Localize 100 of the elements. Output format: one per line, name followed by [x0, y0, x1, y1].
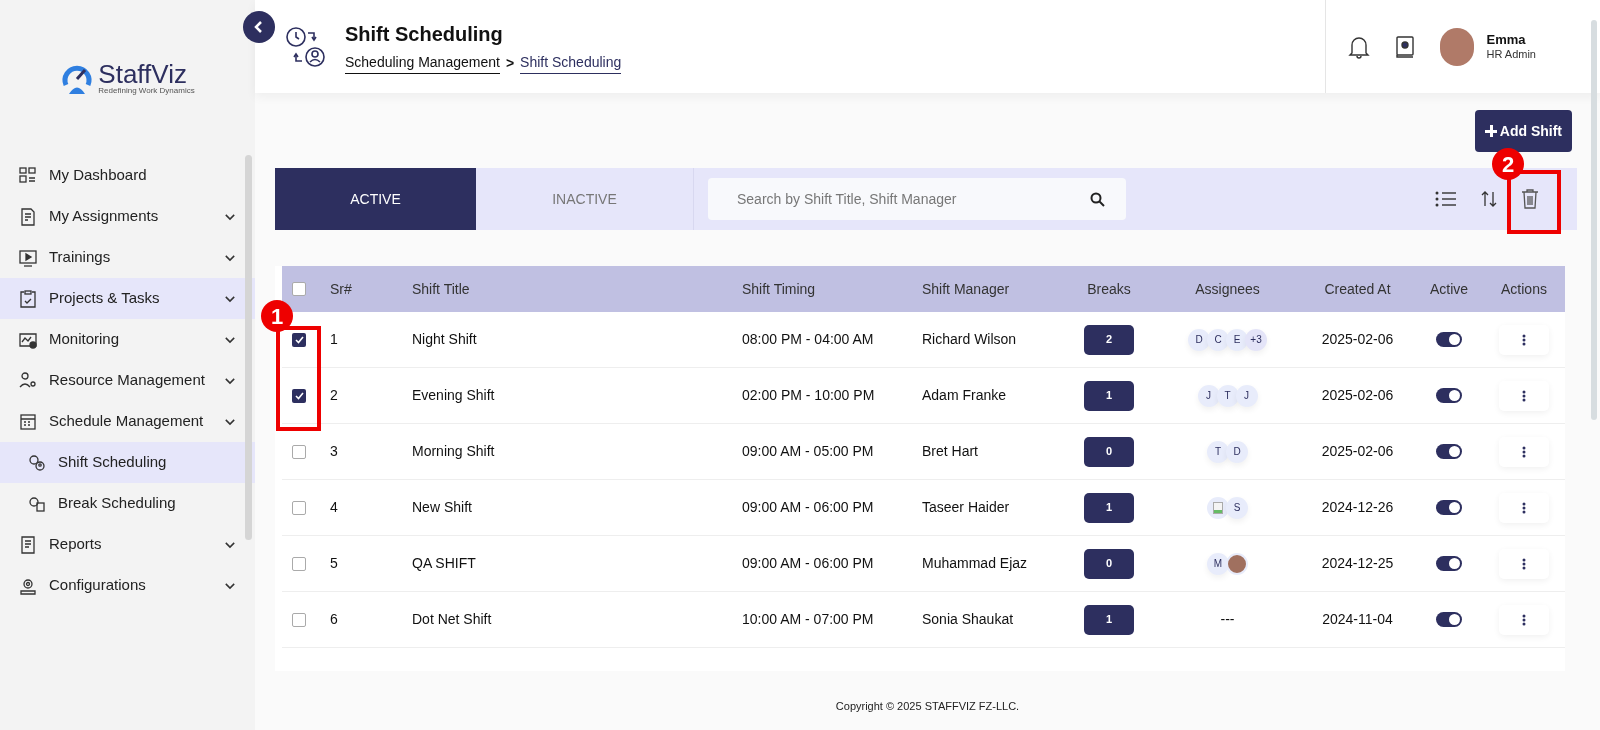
- sidebar-item[interactable]: Configurations: [0, 565, 255, 606]
- breadcrumb-separator: >: [505, 53, 515, 73]
- table-cell-text: Night Shift: [412, 330, 478, 349]
- avatar-initial: J: [1235, 384, 1258, 407]
- breaks-count[interactable]: 1: [1084, 492, 1134, 523]
- page-title: Shift Scheduling: [345, 22, 504, 47]
- checkbox[interactable]: [292, 444, 306, 459]
- kebab-icon: [1522, 613, 1526, 626]
- column-header: Active: [1428, 279, 1470, 299]
- copyright-text: Copyright © 2025 STAFFVIZ FZ-LLC.: [835, 698, 1020, 714]
- book-icon[interactable]: [1394, 34, 1417, 59]
- column-header: Breaks: [1086, 279, 1132, 299]
- logo-tagline: Redefining Work Dynamics: [98, 86, 195, 95]
- table-cell-text: 2024-12-25: [1320, 554, 1395, 573]
- sort-icon[interactable]: [1481, 190, 1497, 208]
- table-cell-text: 08:00 PM - 04:00 AM: [742, 330, 875, 349]
- sidebar-item[interactable]: Schedule Management: [0, 401, 255, 442]
- sidebar-item[interactable]: Reports: [0, 524, 255, 565]
- breadcrumb-link[interactable]: Shift Scheduling: [520, 52, 622, 74]
- kebab-icon: [1522, 557, 1526, 570]
- table-cell-text: Muhammad Ejaz: [922, 554, 1029, 573]
- logo-wordmark: StaffViz: [98, 60, 187, 87]
- kebab-icon: [1522, 389, 1526, 402]
- table-cell-text: 2024-12-26: [1320, 498, 1395, 517]
- table-cell-text: Bret Hart: [922, 442, 979, 461]
- plus-icon: [1484, 125, 1497, 137]
- breaks-count[interactable]: 0: [1084, 548, 1134, 579]
- sidebar-item[interactable]: Monitoring: [0, 319, 255, 360]
- tab[interactable]: ACTIVE: [275, 168, 476, 230]
- sidebar-item[interactable]: Projects & Tasks: [0, 278, 255, 319]
- calendar-icon: [18, 411, 38, 432]
- table-cell-text: 5: [330, 554, 339, 573]
- sidebar-item[interactable]: My Assignments: [0, 196, 255, 237]
- avatar-initial: M: [1207, 552, 1229, 575]
- sidebar-item[interactable]: My Dashboard: [0, 155, 255, 196]
- checkbox[interactable]: [292, 282, 306, 296]
- table-cell-text: 2025-02-06: [1320, 330, 1395, 349]
- table-cell-text: ---: [1220, 610, 1235, 629]
- column-header: Shift Timing: [742, 279, 817, 299]
- delete-icon[interactable]: [1521, 188, 1539, 210]
- checkbox[interactable]: [292, 556, 306, 571]
- document-icon: [18, 206, 38, 227]
- table-cell-text: Morning Shift: [412, 442, 496, 461]
- annotation-badge: 1: [261, 300, 293, 332]
- page-scrollbar[interactable]: [1591, 20, 1597, 420]
- avatar-initial: D: [1226, 440, 1248, 463]
- column-header: Sr#: [330, 279, 353, 299]
- clipboard-icon: [18, 288, 38, 309]
- breadcrumb-link[interactable]: Scheduling Management: [345, 52, 500, 74]
- table-cell-text: 4: [330, 498, 339, 517]
- table-cell-text: Adam Franke: [922, 386, 1008, 405]
- sidebar-subitem[interactable]: Shift Scheduling: [0, 442, 255, 483]
- sidebar-item[interactable]: Resource Management: [0, 360, 255, 401]
- checkbox[interactable]: [292, 388, 306, 403]
- table-cell-text: 2024-11-04: [1321, 610, 1394, 629]
- table-cell-text: QA SHIFT: [412, 554, 477, 573]
- toggle-switch[interactable]: [1436, 556, 1462, 571]
- toggle-switch[interactable]: [1436, 612, 1462, 627]
- bell-icon[interactable]: [1348, 34, 1371, 59]
- search-field[interactable]: Search by Shift Title, Shift Manager: [708, 178, 1126, 220]
- table-cell-text: 09:00 AM - 05:00 PM: [742, 442, 875, 461]
- table-cell-text: 2025-02-06: [1320, 386, 1395, 405]
- toggle-switch[interactable]: [1436, 500, 1462, 515]
- toggle-switch[interactable]: [1436, 444, 1462, 459]
- toggle-switch[interactable]: [1436, 388, 1462, 403]
- report-icon: [18, 534, 38, 555]
- toggle-switch[interactable]: [1436, 332, 1462, 347]
- more-count: +3: [1245, 328, 1267, 351]
- column-header: Assignees: [1194, 279, 1261, 299]
- user-role: HR Admin: [1486, 47, 1536, 62]
- scrollbar[interactable]: [245, 155, 252, 540]
- table-cell-text: 09:00 AM - 06:00 PM: [742, 498, 875, 517]
- chevron-left-icon: [254, 21, 264, 33]
- table-cell-text: 3: [330, 442, 339, 461]
- add-shift-button[interactable]: Add Shift: [1474, 110, 1572, 152]
- avatar-initial: T: [1216, 384, 1239, 407]
- kebab-icon: [1522, 445, 1526, 458]
- search-icon[interactable]: [1090, 192, 1105, 207]
- table-cell-text: Taseer Haider: [922, 498, 1011, 517]
- checkbox[interactable]: [292, 500, 306, 515]
- breaks-count[interactable]: 1: [1084, 380, 1134, 411]
- kebab-icon: [1522, 333, 1526, 346]
- user-avatar[interactable]: [1440, 27, 1475, 66]
- checkbox[interactable]: [292, 612, 306, 627]
- list-icon[interactable]: [1435, 190, 1457, 208]
- video-icon: [18, 247, 38, 268]
- breaks-count[interactable]: 2: [1084, 324, 1134, 355]
- table-cell-text: Evening Shift: [412, 386, 496, 405]
- avatar-initial: T: [1207, 440, 1229, 463]
- user-name: Emma: [1486, 31, 1527, 48]
- sidebar-subitem[interactable]: Break Scheduling: [0, 483, 255, 524]
- breaks-count[interactable]: 0: [1084, 436, 1134, 467]
- column-header: Shift Manager: [922, 279, 1011, 299]
- column-header: Shift Title: [412, 279, 471, 299]
- table-cell-text: New Shift: [412, 498, 473, 517]
- sidebar-item[interactable]: Trainings: [0, 237, 255, 278]
- table-cell-text: 02:00 PM - 10:00 PM: [742, 386, 876, 405]
- checkbox[interactable]: [292, 332, 306, 347]
- breaks-count[interactable]: 1: [1084, 604, 1134, 635]
- table-cell-text: Richard Wilson: [922, 330, 1018, 349]
